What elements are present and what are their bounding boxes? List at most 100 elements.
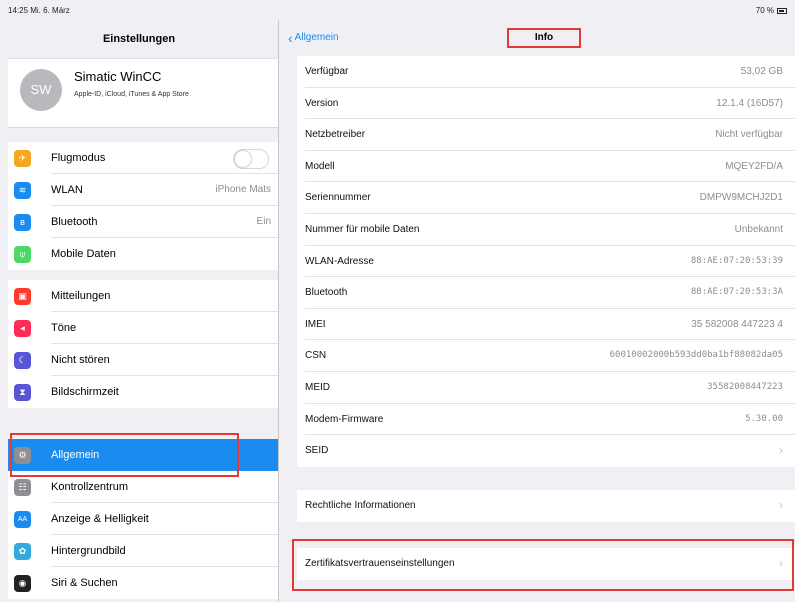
legal-group: Rechtliche Informationen › [297, 490, 795, 522]
sidebar-item-siri-suchen[interactable]: ◉ Siri & Suchen [8, 567, 278, 599]
info-row-imei: IMEI 35 582008 447223 4 [297, 309, 795, 341]
chevron-right-icon: › [779, 443, 783, 458]
info-row-wlan-adresse: WLAN-Adresse 88:AE:07:20:53:39 [297, 246, 795, 278]
sidebar-item-label: Nicht stören [51, 354, 110, 366]
antenna-icon: ⍦ [14, 246, 31, 263]
sidebar-item-value: Ein [256, 216, 271, 227]
back-button[interactable]: ‹ Allgemein [288, 29, 339, 46]
status-bar: 14:25 Mi. 6. März 70 % [0, 0, 795, 20]
info-value: 35582008447223 [707, 381, 783, 392]
info-value: Unbekannt [734, 223, 783, 235]
legal-info-label: Rechtliche Informationen [305, 500, 416, 511]
sidebar-group-connectivity: ✈ Flugmodus ≋ WLAN iPhone Mats ʙ Bluetooth Ein ⍦… [8, 142, 278, 270]
profile-row[interactable]: SW Simatic WinCC Apple-ID, iCloud, iTune… [8, 58, 278, 128]
sidebar-item-value: iPhone Mats [215, 184, 271, 195]
control-center-icon: ☷ [14, 479, 31, 496]
info-value: MQEY2FD/A [725, 160, 783, 172]
battery-icon [777, 7, 787, 14]
sidebar-item-label: WLAN [51, 184, 83, 196]
hourglass-icon: ⧗ [14, 384, 31, 401]
info-value: 88:AE:07:20:53:39 [690, 255, 783, 266]
sidebar-item-label: Siri & Suchen [51, 577, 118, 589]
sidebar-item-label: Mitteilungen [51, 290, 111, 302]
info-row-version: Version 12.1.4 (16D57) [297, 88, 795, 120]
airplane-icon: ✈ [14, 150, 31, 167]
siri-icon: ◉ [14, 575, 31, 592]
info-label: Version [305, 97, 339, 109]
sidebar-item-t-ne[interactable]: ◂ Töne [8, 312, 278, 344]
speaker-icon: ◂ [14, 320, 31, 337]
info-row-verf-gbar: Verfügbar 53,02 GB [297, 56, 795, 88]
settings-sidebar: Einstellungen SW Simatic WinCC Apple-ID,… [0, 20, 279, 602]
sidebar-item-bildschirmzeit[interactable]: ⧗ Bildschirmzeit [8, 376, 278, 408]
info-row-modem-firmware: Modem-Firmware 5.30.00 [297, 404, 795, 436]
legal-info-row[interactable]: Rechtliche Informationen › [297, 490, 795, 522]
info-value: DMPW9MCHJ2D1 [699, 192, 783, 204]
chevron-left-icon: ‹ [288, 29, 293, 46]
info-label: Seriennummer [305, 192, 371, 204]
info-label: Modem-Firmware [305, 413, 384, 425]
wifi-icon: ≋ [14, 182, 31, 199]
info-label: SEID [305, 445, 329, 457]
info-panel: ‹ Allgemein Info Verfügbar 53,02 GB Versio… [280, 20, 795, 602]
info-list: Verfügbar 53,02 GB Version 12.1.4 (16D57) Ne… [297, 56, 795, 467]
info-row-meid: MEID 35582008447223 [297, 372, 795, 404]
display-icon: AA [14, 511, 31, 528]
sidebar-item-nicht-st-ren[interactable]: ☾ Nicht stören [8, 344, 278, 376]
airplane-mode-toggle[interactable] [233, 149, 269, 169]
sidebar-group-notifications: ▣ Mitteilungen ◂ Töne ☾ Nicht stören ⧗ Bildschi… [8, 280, 278, 408]
info-label: MEID [305, 381, 330, 393]
sidebar-item-label: Hintergrundbild [51, 545, 126, 557]
info-label: WLAN-Adresse [305, 255, 374, 267]
info-row-nummer-f-r-mobile-daten: Nummer für mobile Daten Unbekannt [297, 214, 795, 246]
sidebar-item-label: Kontrollzentrum [51, 481, 129, 493]
moon-icon: ☾ [14, 352, 31, 369]
sidebar-item-mitteilungen[interactable]: ▣ Mitteilungen [8, 280, 278, 312]
sidebar-item-hintergrundbild[interactable]: ✿ Hintergrundbild [8, 535, 278, 567]
info-label: IMEI [305, 318, 326, 330]
info-label: Bluetooth [305, 287, 348, 299]
sidebar-item-label: Töne [51, 322, 77, 334]
notifications-icon: ▣ [14, 288, 31, 305]
wallpaper-icon: ✿ [14, 543, 31, 560]
sidebar-item-label: Flugmodus [51, 152, 106, 164]
sidebar-item-anzeige-helligkeit[interactable]: AA Anzeige & Helligkeit [8, 503, 278, 535]
sidebar-item-flugmodus[interactable]: ✈ Flugmodus [8, 142, 278, 174]
bluetooth-icon: ʙ [14, 214, 31, 231]
sidebar-item-label: Anzeige & Helligkeit [51, 513, 149, 525]
sidebar-title: Einstellungen [102, 33, 176, 45]
info-row-netzbetreiber: Netzbetreiber Nicht verfügbar [297, 119, 795, 151]
info-row-bluetooth: Bluetooth 88:AE:07:20:53:3A [297, 277, 795, 309]
ipad-screen: 14:25 Mi. 6. März 70 % Einstellungen SW … [0, 0, 795, 602]
battery-percent: 70 % [755, 6, 774, 15]
sidebar-item-label: Bluetooth [51, 216, 98, 228]
highlight-certificate-trust [292, 539, 794, 591]
avatar: SW [20, 69, 62, 111]
sidebar-item-bluetooth[interactable]: ʙ Bluetooth Ein [8, 206, 278, 238]
back-label: Allgemein [294, 32, 339, 43]
info-label: CSN [305, 350, 327, 362]
info-value: Nicht verfügbar [715, 129, 783, 141]
info-label: Nummer für mobile Daten [305, 223, 420, 235]
nav-bar: ‹ Allgemein Info [280, 20, 795, 58]
info-label: Verfügbar [305, 66, 349, 77]
info-value: 35 582008 447223 4 [691, 318, 783, 330]
info-value: 12.1.4 (16D57) [716, 97, 783, 109]
info-row-modell: Modell MQEY2FD/A [297, 151, 795, 183]
sidebar-item-wlan[interactable]: ≋ WLAN iPhone Mats [8, 174, 278, 206]
profile-name: Simatic WinCC [74, 69, 162, 84]
info-label: Modell [305, 160, 335, 172]
chevron-right-icon: › [779, 498, 783, 512]
highlight-allgemein [10, 433, 239, 477]
sidebar-item-mobile-daten[interactable]: ⍦ Mobile Daten [8, 238, 278, 270]
info-row-seid[interactable]: SEID › [297, 435, 795, 467]
info-value: 88:AE:07:20:53:3A [690, 287, 783, 298]
info-value: 5.30.00 [745, 413, 783, 424]
profile-subtitle: Apple-ID, iCloud, iTunes & App Store [74, 91, 189, 98]
status-time: 14:25 Mi. 6. März [8, 6, 70, 15]
info-row-csn: CSN 60010002000b593dd0ba1bf88082da05 [297, 340, 795, 372]
status-right: 70 % [756, 6, 787, 15]
info-label: Netzbetreiber [305, 129, 366, 141]
info-value: 53,02 GB [740, 66, 783, 77]
info-row-seriennummer: Seriennummer DMPW9MCHJ2D1 [297, 182, 795, 214]
